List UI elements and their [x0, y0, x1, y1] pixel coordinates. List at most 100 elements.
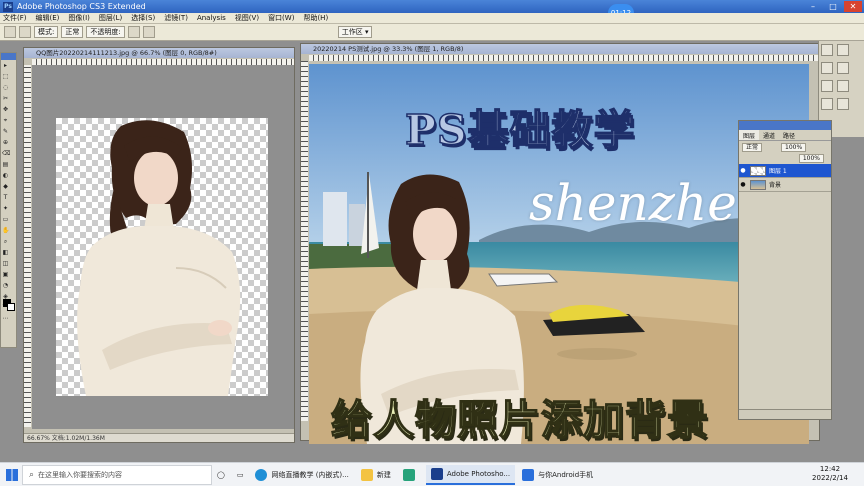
tool-button-icon[interactable]: ◧ — [2, 249, 9, 256]
app-icon — [402, 468, 415, 481]
tool-button-icon[interactable]: ◆ — [2, 183, 9, 190]
tool-button-icon[interactable]: T — [2, 194, 9, 201]
tool-button-icon[interactable]: ⬚ — [2, 73, 9, 80]
layer-fill-field[interactable]: 100% — [798, 154, 824, 163]
menu-select[interactable]: 选择(S) — [131, 13, 155, 23]
tool-button-icon[interactable]: ◐ — [2, 172, 9, 179]
menu-file[interactable]: 文件(F) — [3, 13, 27, 23]
close-icon[interactable]: ✕ — [844, 1, 862, 12]
menu-view[interactable]: 视图(V) — [235, 13, 259, 23]
tool-button-icon[interactable]: ✂ — [2, 95, 9, 102]
script-overlay: shenzhen — [529, 174, 769, 232]
menu-layer[interactable]: 图层(L) — [99, 13, 122, 23]
tab-channels[interactable]: 通道 — [759, 130, 779, 140]
eye-icon[interactable]: ● — [739, 167, 747, 174]
menu-window[interactable]: 窗口(W) — [268, 13, 294, 23]
tool-button-icon[interactable]: ✦ — [2, 205, 9, 212]
clock-time: 12:42 — [819, 465, 841, 473]
tool-preset-icon[interactable] — [4, 26, 16, 38]
tools-palette: ▸ ⬚ ◌ ✂ ✥ ⌖ ✎ ⊕ ⌫ ▤ ◐ ◆ T ✦ ▭ ✋ ⌕ ◧ ◫ ▣ ◔ ◈ ⌒ ⋯ — [0, 52, 17, 348]
tool-button-icon[interactable]: ◫ — [2, 260, 9, 267]
histogram-icon[interactable] — [837, 44, 849, 56]
minimize-icon[interactable]: – — [804, 1, 822, 12]
tablet-icon[interactable] — [142, 26, 155, 38]
canvas-area-1[interactable] — [32, 65, 294, 429]
tools-palette-header — [1, 53, 16, 60]
opacity-label: 不透明度: — [86, 26, 125, 38]
tool-button-icon[interactable]: ▸ — [2, 62, 9, 69]
maximize-icon[interactable]: □ — [824, 1, 842, 12]
layer-thumbnail — [750, 165, 766, 176]
edge-icon — [255, 468, 268, 481]
tool-button-icon[interactable]: ▣ — [2, 271, 9, 278]
search-placeholder: 在这里输入你要搜索的内容 — [38, 470, 123, 479]
folder-icon — [360, 468, 373, 481]
options-bar: 模式: 正常 不透明度: 工作区 ▾ — [0, 24, 864, 41]
airbrush-icon[interactable] — [127, 26, 140, 38]
task-view-2-icon[interactable]: ▭ — [232, 465, 249, 485]
menu-help[interactable]: 帮助(H) — [303, 13, 328, 23]
eye-icon[interactable]: ● — [739, 181, 747, 188]
menu-bar: 文件(F) 编辑(E) 图像(I) 图层(L) 选择(S) 滤镜(T) Anal… — [0, 13, 864, 24]
tool-button-icon[interactable]: ✥ — [2, 106, 9, 113]
taskbar: ⌕ 在这里输入你要搜索的内容 ◯ ▭ 网络直播教学 (内嵌式)... 新建 Ad… — [0, 462, 864, 486]
document-1-title[interactable]: QQ图片20220214111213.jpg @ 66.7% (图层 0, RG… — [24, 48, 294, 58]
tool-button-icon[interactable]: ⌫ — [2, 150, 10, 157]
tab-paths[interactable]: 路径 — [779, 130, 799, 140]
search-box[interactable]: ⌕ 在这里输入你要搜索的内容 — [22, 464, 212, 485]
tool-button-icon[interactable]: ▤ — [2, 161, 9, 168]
taskbar-edge[interactable]: 网络直播教学 (内嵌式)... — [250, 465, 353, 485]
tool-button-icon[interactable]: ⋯ — [2, 315, 9, 322]
photoshop-taskbar-icon — [430, 467, 443, 480]
swatches-icon[interactable] — [837, 80, 849, 92]
tool-button-icon[interactable]: ✋ — [2, 227, 9, 234]
taskbar-explorer-label: 新建 — [376, 470, 391, 479]
navigator-icon[interactable] — [821, 44, 833, 56]
color-icon[interactable] — [821, 80, 833, 92]
layer-thumbnail — [750, 179, 766, 190]
document-2-title[interactable]: 20220214 PS测试.jpg @ 33.3% (图层 1, RGB/8) — [301, 44, 819, 54]
task-view-icon[interactable]: ◯ — [212, 465, 230, 485]
menu-image[interactable]: 图像(I) — [68, 13, 90, 23]
photoshop-icon: Ps — [3, 1, 13, 12]
taskbar-photoshop[interactable]: Adobe Photosho... — [425, 464, 516, 485]
vertical-ruler-2 — [301, 61, 308, 421]
person-cutout — [77, 120, 241, 396]
layer-blend-select[interactable]: 正常 — [742, 142, 763, 152]
history-icon[interactable] — [821, 62, 833, 74]
blend-mode-select[interactable]: 正常 — [61, 26, 84, 38]
menu-filter[interactable]: 滤镜(T) — [164, 13, 188, 23]
workspace-button[interactable]: 工作区 ▾ — [337, 26, 373, 38]
brush-preset-icon[interactable] — [19, 26, 31, 38]
tool-button-icon[interactable]: ⊕ — [2, 139, 9, 146]
menu-analysis[interactable]: Analysis — [197, 14, 226, 22]
tool-button-icon[interactable]: ◔ — [2, 282, 9, 289]
tab-layers[interactable]: 图层 — [739, 130, 760, 140]
layers-tabs: 图层 通道 路径 — [739, 130, 831, 141]
tool-button-icon[interactable]: ⌕ — [2, 238, 9, 245]
tool-button-icon[interactable]: ◌ — [2, 84, 9, 91]
layer-opacity-field[interactable]: 100% — [781, 142, 807, 152]
actions-icon[interactable] — [837, 62, 849, 74]
tool-button-icon[interactable]: ✎ — [2, 128, 9, 135]
layer-name: 背景 — [769, 182, 782, 189]
phone-icon — [522, 468, 535, 481]
transparent-canvas[interactable] — [56, 118, 268, 396]
windows-start-icon[interactable] — [6, 469, 18, 481]
taskbar-app[interactable] — [398, 465, 424, 485]
clock[interactable]: 12:42 2022/2/14 — [800, 465, 860, 483]
styles-icon[interactable] — [821, 98, 833, 110]
canvas-area-2[interactable]: PS基础教学 shenzhen 给人物照片添加背景 — [309, 64, 809, 444]
tool-button-icon[interactable]: ⌖ — [2, 117, 9, 124]
menu-edit[interactable]: 编辑(E) — [36, 13, 60, 23]
taskbar-explorer[interactable]: 新建 — [356, 465, 396, 485]
layer-row[interactable]: ● 背景 — [739, 178, 831, 192]
info-icon[interactable] — [837, 98, 849, 110]
layer-row[interactable]: ● 图层 1 — [739, 164, 831, 178]
document-window-1: QQ图片20220214111213.jpg @ 66.7% (图层 0, RG… — [23, 47, 295, 443]
layers-controls: 正常 100% — [739, 141, 831, 153]
background-color-swatch[interactable] — [7, 303, 15, 311]
tool-button-icon[interactable]: ▭ — [2, 216, 9, 223]
taskbar-phone[interactable]: 与你Android手机 — [517, 465, 598, 485]
clock-date: 2022/2/14 — [812, 474, 848, 482]
